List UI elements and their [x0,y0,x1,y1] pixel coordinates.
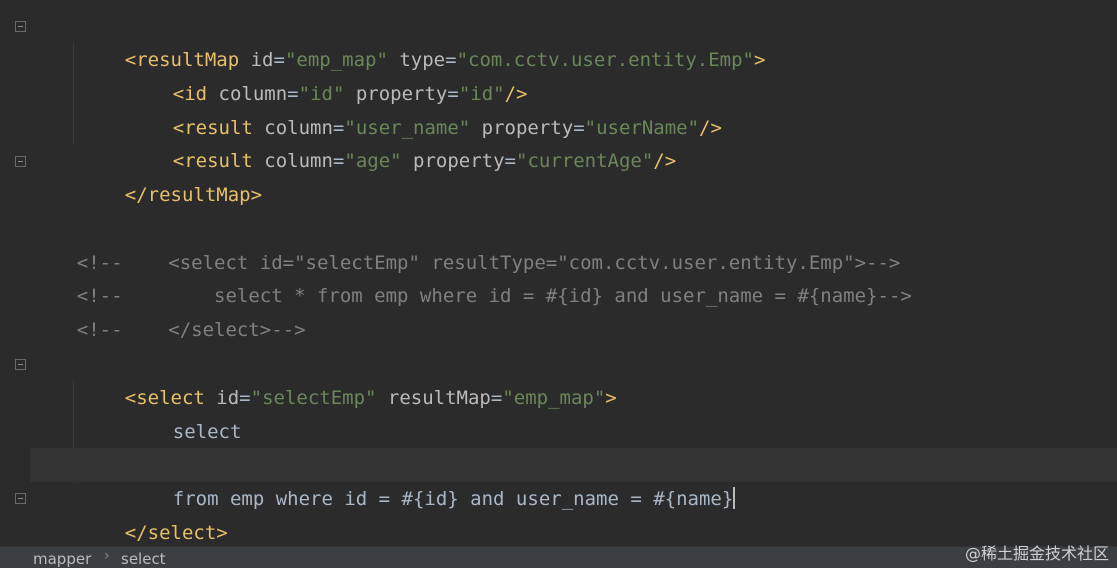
code-line-4[interactable]: <result column="age" property="currentAg… [30,110,1117,172]
chevron-right-icon: › [104,548,110,564]
fold-marker-icon[interactable] [15,493,26,504]
code-token: </select> [124,522,228,544]
fold-marker-icon[interactable] [15,21,26,32]
editor-gutter [0,0,30,546]
code-line-7[interactable]: <!-- <select id="selectEmp" resultType="… [30,212,1117,274]
code-line-12[interactable]: select [30,381,1117,443]
code-line-3[interactable]: <result column="user_name" property="use… [30,77,1117,139]
code-editor[interactable]: <resultMap id="emp_map" type="com.cctv.u… [0,0,1117,546]
breadcrumb: mapper › select [0,546,1117,568]
code-line-6[interactable] [30,178,1117,212]
code-line-14-current[interactable]: from emp where id = #{id} and user_name … [30,448,1117,510]
code-line-2[interactable]: <id column="id" property="id"/> [30,43,1117,105]
code-line-8[interactable]: <!-- select * from emp where id = #{id} … [30,245,1117,307]
code-line-9[interactable]: <!-- </select>--> [30,279,1117,341]
code-line-1[interactable]: <resultMap id="emp_map" type="com.cctv.u… [30,9,1117,71]
breadcrumb-item-select[interactable]: select [121,550,166,568]
code-line-13[interactable]: <include refid="empInfo"/> [30,414,1117,476]
code-line-5[interactable]: </resultMap> [30,144,1117,206]
breadcrumb-item-mapper[interactable]: mapper [33,550,91,568]
code-line-10[interactable] [30,313,1117,347]
fold-marker-icon[interactable] [15,156,26,167]
watermark: @稀土掘金技术社区 [964,544,1109,563]
code-line-11[interactable]: <select id="selectEmp" resultMap="emp_ma… [30,347,1117,409]
fold-marker-icon[interactable] [15,359,26,370]
code-line-15[interactable]: </select> [30,482,1117,544]
